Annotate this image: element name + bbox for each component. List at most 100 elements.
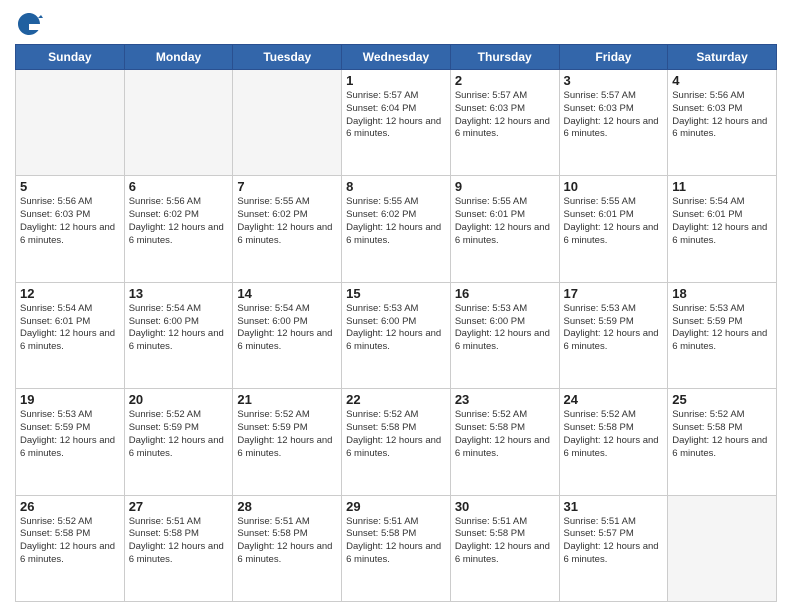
day-cell bbox=[668, 495, 777, 601]
day-number: 17 bbox=[564, 286, 664, 301]
day-number: 23 bbox=[455, 392, 555, 407]
day-info: Sunrise: 5:51 AM Sunset: 5:58 PM Dayligh… bbox=[455, 516, 555, 567]
day-number: 25 bbox=[672, 392, 772, 407]
day-cell bbox=[16, 70, 125, 176]
day-cell: 4 Sunrise: 5:56 AM Sunset: 6:03 PM Daylig… bbox=[668, 70, 777, 176]
day-info: Sunrise: 5:51 AM Sunset: 5:58 PM Dayligh… bbox=[346, 516, 446, 567]
day-cell: 8Sunrise: 5:55 AM Sunset: 6:02 PM Daylig… bbox=[342, 176, 451, 282]
day-number: 14 bbox=[237, 286, 337, 301]
logo bbox=[15, 10, 47, 38]
day-cell: 16 Sunrise: 5:53 AM Sunset: 6:00 PM Dayli… bbox=[450, 282, 559, 388]
day-info: Sunrise: 5:54 AM Sunset: 6:01 PM Dayligh… bbox=[672, 196, 772, 247]
day-number: 15 bbox=[346, 286, 446, 301]
day-cell: 6 Sunrise: 5:56 AM Sunset: 6:02 PM Daylig… bbox=[124, 176, 233, 282]
day-info: Sunrise: 5:56 AM Sunset: 6:02 PM Dayligh… bbox=[129, 196, 229, 247]
day-number: 12 bbox=[20, 286, 120, 301]
col-header-sunday: Sunday bbox=[16, 45, 125, 70]
day-info: Sunrise: 5:56 AM Sunset: 6:03 PM Dayligh… bbox=[20, 196, 120, 247]
day-number: 18 bbox=[672, 286, 772, 301]
day-info: Sunrise: 5:57 AM Sunset: 6:03 PM Dayligh… bbox=[564, 90, 664, 141]
day-cell: 27 Sunrise: 5:51 AM Sunset: 5:58 PM Dayli… bbox=[124, 495, 233, 601]
day-info: Sunrise: 5:52 AM Sunset: 5:59 PM Dayligh… bbox=[237, 409, 337, 460]
day-number: 20 bbox=[129, 392, 229, 407]
day-cell: 18Sunrise: 5:53 AM Sunset: 5:59 PM Dayli… bbox=[668, 282, 777, 388]
header bbox=[15, 10, 777, 38]
day-info: Sunrise: 5:51 AM Sunset: 5:57 PM Dayligh… bbox=[564, 516, 664, 567]
header-row: SundayMondayTuesdayWednesdayThursdayFrid… bbox=[16, 45, 777, 70]
col-header-thursday: Thursday bbox=[450, 45, 559, 70]
day-number: 24 bbox=[564, 392, 664, 407]
day-info: Sunrise: 5:54 AM Sunset: 6:00 PM Dayligh… bbox=[129, 303, 229, 354]
week-row-1: 5 Sunrise: 5:56 AM Sunset: 6:03 PM Daylig… bbox=[16, 176, 777, 282]
day-info: Sunrise: 5:52 AM Sunset: 5:58 PM Dayligh… bbox=[20, 516, 120, 567]
week-row-3: 19Sunrise: 5:53 AM Sunset: 5:59 PM Dayli… bbox=[16, 389, 777, 495]
day-info: Sunrise: 5:55 AM Sunset: 6:01 PM Dayligh… bbox=[564, 196, 664, 247]
day-number: 7 bbox=[237, 179, 337, 194]
day-cell: 9Sunrise: 5:55 AM Sunset: 6:01 PM Daylig… bbox=[450, 176, 559, 282]
day-info: Sunrise: 5:52 AM Sunset: 5:58 PM Dayligh… bbox=[455, 409, 555, 460]
day-cell: 11 Sunrise: 5:54 AM Sunset: 6:01 PM Dayli… bbox=[668, 176, 777, 282]
day-info: Sunrise: 5:52 AM Sunset: 5:59 PM Dayligh… bbox=[129, 409, 229, 460]
day-cell: 1 Sunrise: 5:57 AM Sunset: 6:04 PM Daylig… bbox=[342, 70, 451, 176]
day-cell: 28 Sunrise: 5:51 AM Sunset: 5:58 PM Dayli… bbox=[233, 495, 342, 601]
day-number: 1 bbox=[346, 73, 446, 88]
day-info: Sunrise: 5:53 AM Sunset: 6:00 PM Dayligh… bbox=[346, 303, 446, 354]
day-cell: 2 Sunrise: 5:57 AM Sunset: 6:03 PM Daylig… bbox=[450, 70, 559, 176]
day-number: 27 bbox=[129, 499, 229, 514]
day-info: Sunrise: 5:57 AM Sunset: 6:04 PM Dayligh… bbox=[346, 90, 446, 141]
day-cell: 29 Sunrise: 5:51 AM Sunset: 5:58 PM Dayli… bbox=[342, 495, 451, 601]
day-cell: 25 Sunrise: 5:52 AM Sunset: 5:58 PM Dayli… bbox=[668, 389, 777, 495]
day-cell: 20 Sunrise: 5:52 AM Sunset: 5:59 PM Dayli… bbox=[124, 389, 233, 495]
day-info: Sunrise: 5:53 AM Sunset: 6:00 PM Dayligh… bbox=[455, 303, 555, 354]
page: SundayMondayTuesdayWednesdayThursdayFrid… bbox=[0, 0, 792, 612]
day-number: 28 bbox=[237, 499, 337, 514]
day-cell: 12 Sunrise: 5:54 AM Sunset: 6:01 PM Dayli… bbox=[16, 282, 125, 388]
day-cell: 19Sunrise: 5:53 AM Sunset: 5:59 PM Dayli… bbox=[16, 389, 125, 495]
week-row-2: 12 Sunrise: 5:54 AM Sunset: 6:01 PM Dayli… bbox=[16, 282, 777, 388]
day-number: 10 bbox=[564, 179, 664, 194]
day-cell: 21Sunrise: 5:52 AM Sunset: 5:59 PM Dayli… bbox=[233, 389, 342, 495]
day-cell: 30 Sunrise: 5:51 AM Sunset: 5:58 PM Dayli… bbox=[450, 495, 559, 601]
day-number: 5 bbox=[20, 179, 120, 194]
day-info: Sunrise: 5:56 AM Sunset: 6:03 PM Dayligh… bbox=[672, 90, 772, 141]
day-cell: 31Sunrise: 5:51 AM Sunset: 5:57 PM Dayli… bbox=[559, 495, 668, 601]
day-info: Sunrise: 5:54 AM Sunset: 6:00 PM Dayligh… bbox=[237, 303, 337, 354]
logo-icon bbox=[15, 10, 43, 38]
day-number: 29 bbox=[346, 499, 446, 514]
day-cell: 14 Sunrise: 5:54 AM Sunset: 6:00 PM Dayli… bbox=[233, 282, 342, 388]
day-number: 30 bbox=[455, 499, 555, 514]
day-cell: 3 Sunrise: 5:57 AM Sunset: 6:03 PM Daylig… bbox=[559, 70, 668, 176]
day-info: Sunrise: 5:52 AM Sunset: 5:58 PM Dayligh… bbox=[346, 409, 446, 460]
day-info: Sunrise: 5:55 AM Sunset: 6:02 PM Dayligh… bbox=[237, 196, 337, 247]
day-info: Sunrise: 5:57 AM Sunset: 6:03 PM Dayligh… bbox=[455, 90, 555, 141]
day-number: 3 bbox=[564, 73, 664, 88]
day-info: Sunrise: 5:52 AM Sunset: 5:58 PM Dayligh… bbox=[672, 409, 772, 460]
day-number: 4 bbox=[672, 73, 772, 88]
day-number: 2 bbox=[455, 73, 555, 88]
day-number: 11 bbox=[672, 179, 772, 194]
day-number: 8 bbox=[346, 179, 446, 194]
day-cell: 10 Sunrise: 5:55 AM Sunset: 6:01 PM Dayli… bbox=[559, 176, 668, 282]
day-cell: 7 Sunrise: 5:55 AM Sunset: 6:02 PM Daylig… bbox=[233, 176, 342, 282]
day-number: 16 bbox=[455, 286, 555, 301]
day-info: Sunrise: 5:51 AM Sunset: 5:58 PM Dayligh… bbox=[237, 516, 337, 567]
day-cell: 5 Sunrise: 5:56 AM Sunset: 6:03 PM Daylig… bbox=[16, 176, 125, 282]
day-cell: 17 Sunrise: 5:53 AM Sunset: 5:59 PM Dayli… bbox=[559, 282, 668, 388]
col-header-wednesday: Wednesday bbox=[342, 45, 451, 70]
day-info: Sunrise: 5:52 AM Sunset: 5:58 PM Dayligh… bbox=[564, 409, 664, 460]
day-cell: 15 Sunrise: 5:53 AM Sunset: 6:00 PM Dayli… bbox=[342, 282, 451, 388]
day-cell: 13Sunrise: 5:54 AM Sunset: 6:00 PM Dayli… bbox=[124, 282, 233, 388]
day-number: 22 bbox=[346, 392, 446, 407]
col-header-tuesday: Tuesday bbox=[233, 45, 342, 70]
day-info: Sunrise: 5:54 AM Sunset: 6:01 PM Dayligh… bbox=[20, 303, 120, 354]
day-number: 6 bbox=[129, 179, 229, 194]
day-cell: 23 Sunrise: 5:52 AM Sunset: 5:58 PM Dayli… bbox=[450, 389, 559, 495]
day-cell: 24 Sunrise: 5:52 AM Sunset: 5:58 PM Dayli… bbox=[559, 389, 668, 495]
calendar-table: SundayMondayTuesdayWednesdayThursdayFrid… bbox=[15, 44, 777, 602]
day-info: Sunrise: 5:55 AM Sunset: 6:01 PM Dayligh… bbox=[455, 196, 555, 247]
col-header-saturday: Saturday bbox=[668, 45, 777, 70]
day-cell bbox=[233, 70, 342, 176]
day-info: Sunrise: 5:51 AM Sunset: 5:58 PM Dayligh… bbox=[129, 516, 229, 567]
week-row-4: 26Sunrise: 5:52 AM Sunset: 5:58 PM Dayli… bbox=[16, 495, 777, 601]
day-info: Sunrise: 5:53 AM Sunset: 5:59 PM Dayligh… bbox=[564, 303, 664, 354]
